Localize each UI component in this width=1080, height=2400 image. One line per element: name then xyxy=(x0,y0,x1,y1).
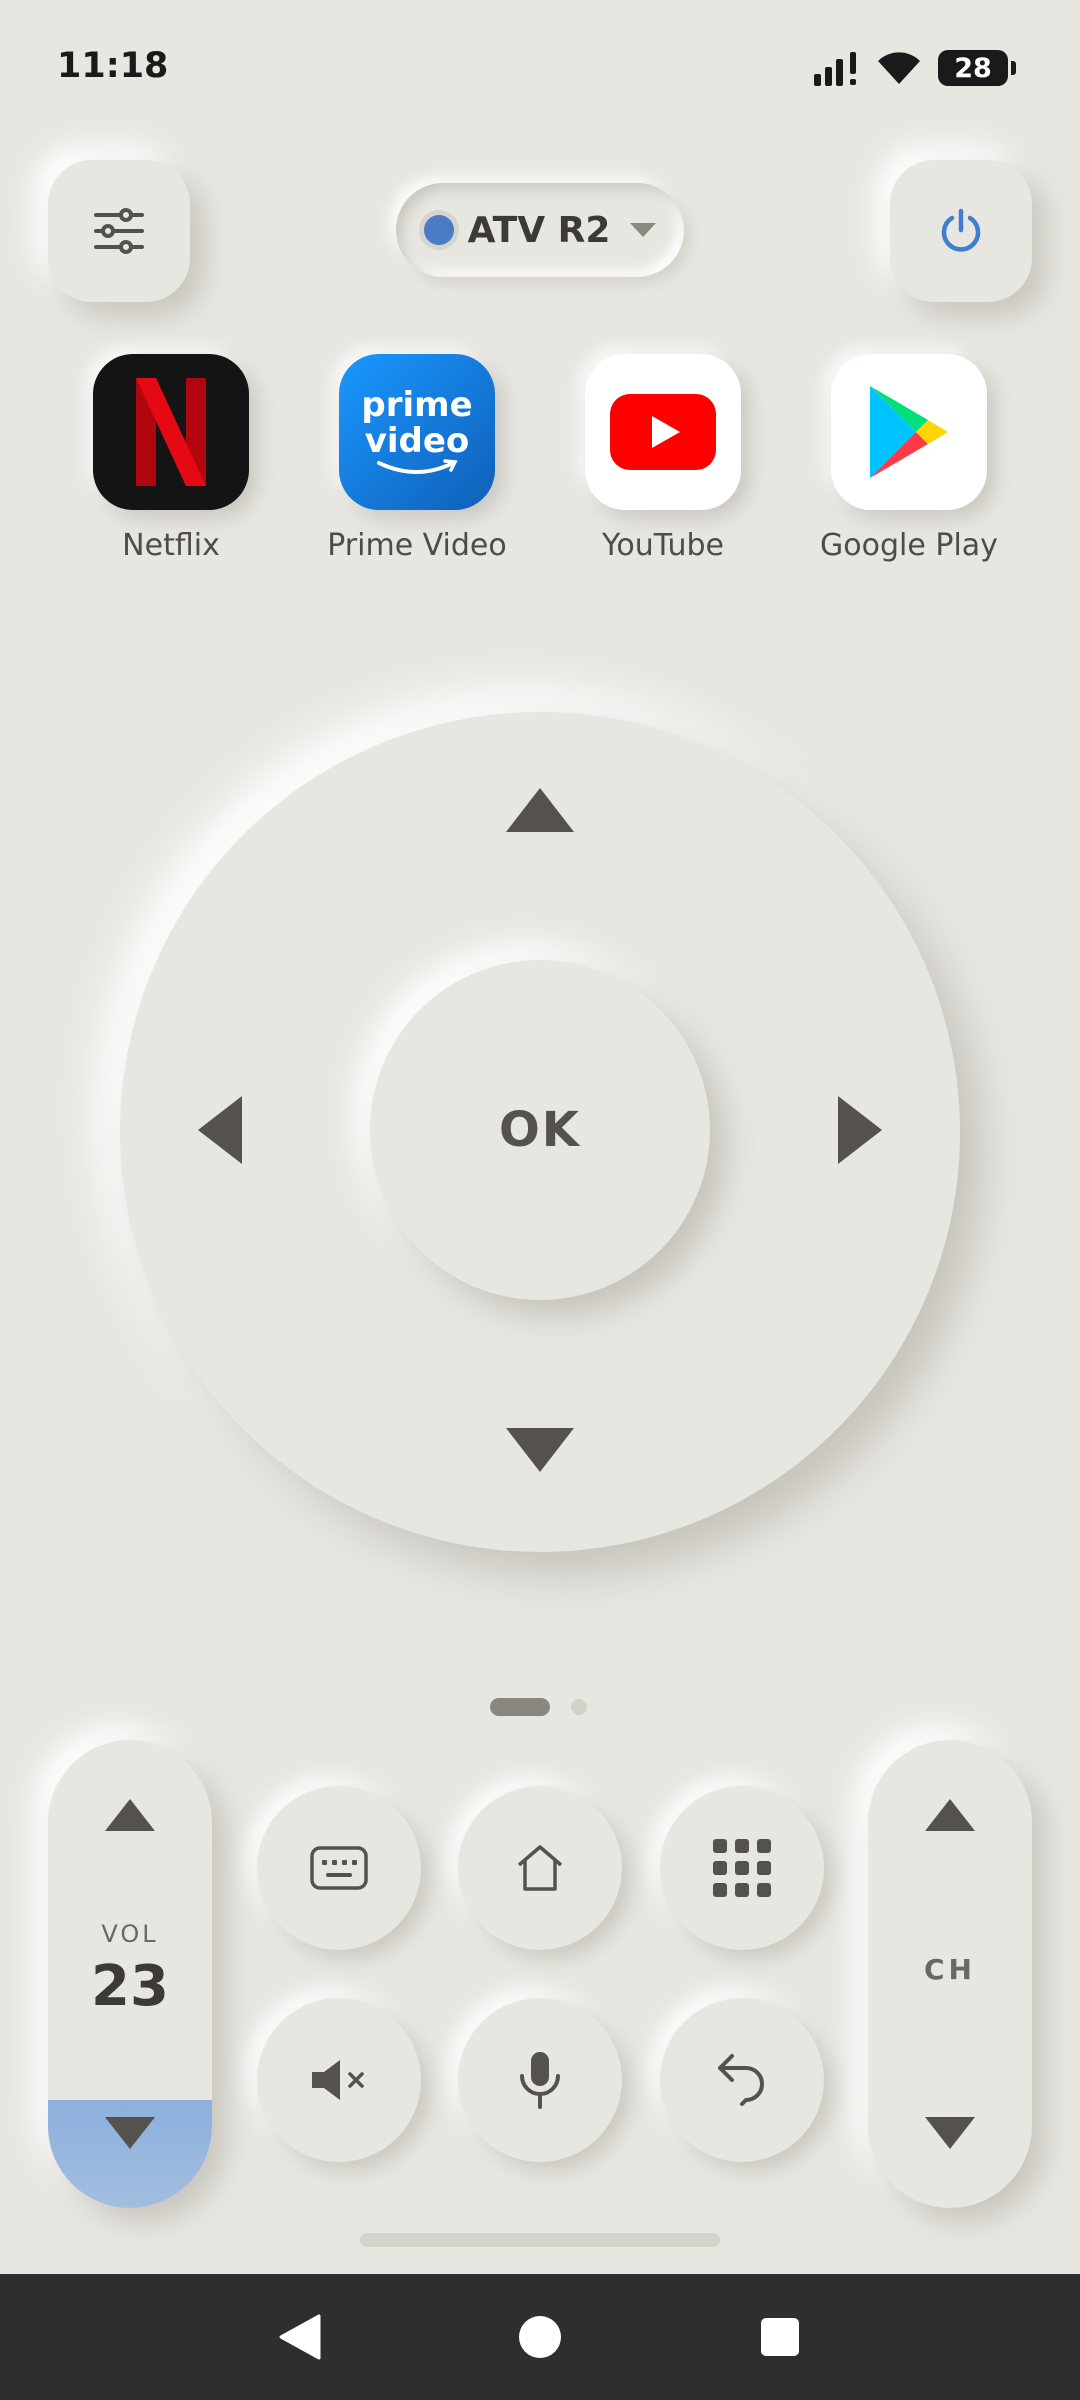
power-button[interactable] xyxy=(890,160,1032,302)
microphone-button[interactable] xyxy=(458,1998,622,2162)
wifi-icon xyxy=(878,52,920,84)
triangle-down-icon xyxy=(506,1428,574,1472)
amazon-smile-icon xyxy=(377,459,458,474)
device-status-dot xyxy=(423,215,454,245)
app-youtube[interactable]: YouTube xyxy=(540,354,786,563)
mute-button[interactable] xyxy=(257,1998,421,2162)
chevron-down-icon xyxy=(630,223,657,237)
netflix-icon xyxy=(93,354,249,510)
volume-down-button[interactable] xyxy=(80,2088,180,2178)
app-google-play[interactable]: Google Play xyxy=(786,354,1032,563)
channel-up-button[interactable] xyxy=(900,1770,1000,1860)
ok-button[interactable]: OK xyxy=(370,960,710,1300)
device-name: ATV R2 xyxy=(467,209,611,251)
dpad-right-button[interactable] xyxy=(790,1060,930,1200)
nav-home-icon xyxy=(519,2316,561,2358)
google-play-logo xyxy=(870,386,948,478)
channel-label: CH xyxy=(924,1953,976,1986)
netflix-logo xyxy=(136,378,206,486)
page-indicator[interactable] xyxy=(571,1699,587,1715)
triangle-down-icon xyxy=(105,2117,155,2149)
dpad-up-button[interactable] xyxy=(470,740,610,880)
ok-label: OK xyxy=(499,1102,581,1158)
status-icons: 28 xyxy=(814,48,1016,88)
volume-label: VOL xyxy=(101,1920,159,1948)
gesture-handle[interactable] xyxy=(360,2233,720,2247)
signal-icon xyxy=(814,52,856,86)
triangle-up-icon xyxy=(925,1799,975,1831)
app-grid-icon xyxy=(713,1839,771,1897)
status-bar: 11:18 28 xyxy=(0,0,1080,130)
youtube-logo xyxy=(610,394,716,470)
triangle-down-icon xyxy=(925,2117,975,2149)
nav-recents-button[interactable] xyxy=(735,2292,825,2382)
settings-button[interactable] xyxy=(48,160,190,302)
device-selector[interactable]: ATV R2 xyxy=(396,183,684,277)
home-button[interactable] xyxy=(458,1786,622,1950)
apps-button[interactable] xyxy=(660,1786,824,1950)
app-label: Google Play xyxy=(820,528,998,563)
nav-recents-icon xyxy=(761,2318,799,2356)
home-icon xyxy=(517,1845,563,1891)
system-nav-bar xyxy=(0,2274,1080,2400)
status-clock: 11:18 xyxy=(57,46,169,86)
back-button[interactable] xyxy=(660,1998,824,2162)
nav-back-button[interactable] xyxy=(255,2292,345,2382)
volume-rocker: VOL 23 xyxy=(48,1740,212,2208)
prime-video-icon: prime video xyxy=(339,354,495,510)
dpad-down-button[interactable] xyxy=(470,1380,610,1520)
video-logo-text: video xyxy=(364,421,470,461)
battery-icon: 28 xyxy=(938,50,1016,86)
keyboard-icon xyxy=(310,1846,368,1890)
triangle-right-icon xyxy=(838,1096,882,1164)
volume-up-button[interactable] xyxy=(80,1770,180,1860)
app-prime-video[interactable]: prime video Prime Video xyxy=(294,354,540,563)
microphone-icon xyxy=(520,2052,560,2109)
channel-down-button[interactable] xyxy=(900,2088,1000,2178)
power-icon xyxy=(941,208,981,252)
page-indicator-active xyxy=(490,1698,550,1716)
volume-value: 23 xyxy=(91,1954,169,2019)
back-icon xyxy=(718,2054,764,2106)
sliders-icon xyxy=(94,208,144,254)
triangle-up-icon xyxy=(506,788,574,832)
youtube-icon xyxy=(585,354,741,510)
app-label: Prime Video xyxy=(327,528,507,563)
triangle-up-icon xyxy=(105,1799,155,1831)
battery-level: 28 xyxy=(954,52,992,84)
nav-back-icon xyxy=(279,2314,321,2360)
google-play-icon xyxy=(831,354,987,510)
app-netflix[interactable]: Netflix xyxy=(48,354,294,563)
triangle-left-icon xyxy=(198,1096,242,1164)
app-label: Netflix xyxy=(122,528,220,563)
nav-home-button[interactable] xyxy=(495,2292,585,2382)
keyboard-button[interactable] xyxy=(257,1786,421,1950)
app-label: YouTube xyxy=(602,528,724,563)
prime-logo-text: prime xyxy=(361,385,473,425)
dpad-left-button[interactable] xyxy=(150,1060,290,1200)
mute-icon xyxy=(312,2060,364,2100)
channel-rocker: CH xyxy=(868,1740,1032,2208)
